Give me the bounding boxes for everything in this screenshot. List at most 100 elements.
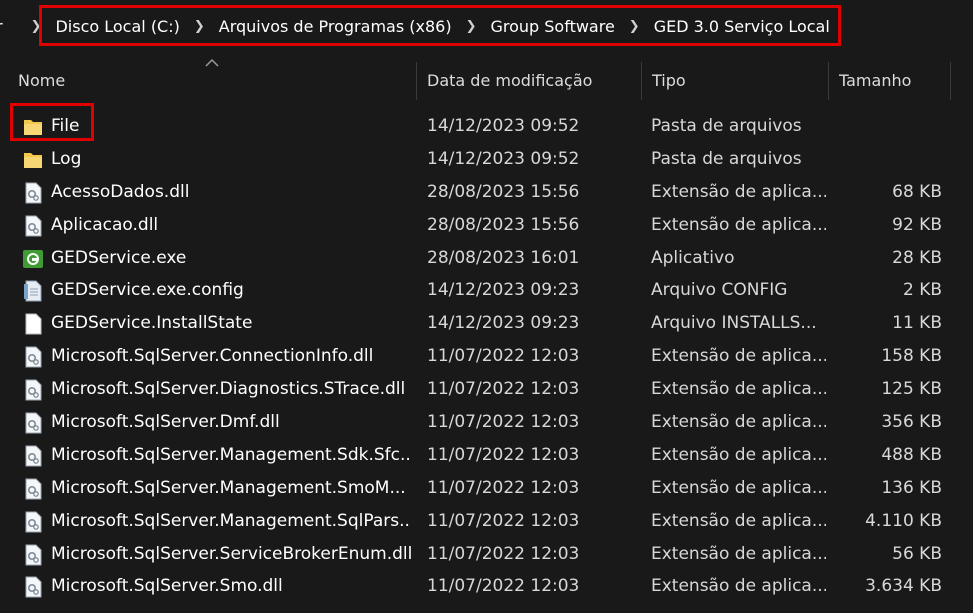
breadcrumb-truncated-segment[interactable]: r — [0, 17, 3, 36]
file-row[interactable]: AcessoDados.dll 28/08/2023 15:56 Extensão … — [0, 176, 973, 209]
file-size: 11 KB — [892, 313, 942, 334]
dll-icon — [22, 346, 44, 368]
file-row[interactable]: Microsoft.SqlServer.Management.SqlPars..… — [0, 505, 973, 538]
file-name: Microsoft.SqlServer.Management.SqlPars..… — [51, 510, 411, 531]
dll-icon — [22, 182, 44, 204]
file-row[interactable]: Aplicacao.dll 28/08/2023 15:56 Extensão de… — [0, 209, 973, 242]
file-date: 11/07/2022 12:03 — [427, 444, 580, 465]
dll-icon — [22, 379, 44, 401]
dll-icon — [22, 478, 44, 500]
file-row[interactable]: GEDService.InstallState 14/12/2023 09:23 A… — [0, 307, 973, 340]
breadcrumb-item-group-software[interactable]: Group Software — [490, 17, 614, 36]
file-name: Microsoft.SqlServer.ConnectionInfo.dll — [51, 346, 374, 367]
column-header-type[interactable]: Tipo — [652, 62, 686, 100]
file-date: 28/08/2023 16:01 — [427, 247, 580, 268]
file-size: 92 KB — [892, 214, 942, 235]
file-type: Extensão de aplica... — [651, 576, 826, 597]
file-name: Aplicacao.dll — [51, 214, 159, 235]
file-row[interactable]: Microsoft.SqlServer.Management.SmoM... 11… — [0, 472, 973, 505]
chevron-right-icon[interactable]: ❯ — [466, 19, 477, 34]
file-size: 56 KB — [892, 543, 942, 564]
file-row[interactable]: Microsoft.SqlServer.Management.Sdk.Sfc..… — [0, 439, 973, 472]
config-icon — [22, 280, 44, 302]
dll-icon — [22, 215, 44, 237]
breadcrumb-item-ged-servico-local[interactable]: GED 3.0 Serviço Local — [654, 17, 830, 36]
file-type: Extensão de aplica... — [651, 346, 826, 367]
file-size: 136 KB — [881, 477, 942, 498]
file-date: 28/08/2023 15:56 — [427, 181, 580, 202]
file-name: GEDService.exe — [51, 247, 187, 268]
dll-icon — [22, 445, 44, 467]
file-size: 4.110 KB — [865, 510, 942, 531]
breadcrumb-item-arquivos-de-programas[interactable]: Arquivos de Programas (x86) — [219, 17, 452, 36]
file-name: Microsoft.SqlServer.Management.Sdk.Sfc..… — [51, 444, 411, 465]
file-date: 11/07/2022 12:03 — [427, 412, 580, 433]
file-list: File 14/12/2023 09:52 Pasta de arquivos Log… — [0, 110, 973, 603]
file-type: Arquivo INSTALLS... — [651, 313, 817, 334]
file-date: 14/12/2023 09:52 — [427, 148, 580, 169]
file-size: 68 KB — [892, 181, 942, 202]
column-divider[interactable] — [416, 62, 417, 100]
breadcrumb: r ❯ Disco Local (C:) ❯ Arquivos de Progr… — [0, 0, 830, 52]
file-name: AcessoDados.dll — [51, 181, 190, 202]
dll-icon — [22, 544, 44, 566]
file-size: 356 KB — [881, 412, 942, 433]
folder-icon — [22, 116, 44, 138]
file-row[interactable]: GEDService.exe.config 14/12/2023 09:23 Arq… — [0, 274, 973, 307]
file-row[interactable]: GEDService.exe 28/08/2023 16:01 Aplicativo… — [0, 242, 973, 275]
file-date: 11/07/2022 12:03 — [427, 379, 580, 400]
file-type: Extensão de aplica... — [651, 477, 826, 498]
file-type: Extensão de aplica... — [651, 543, 826, 564]
file-type: Extensão de aplica... — [651, 379, 826, 400]
file-name: Microsoft.SqlServer.Management.SmoM... — [51, 477, 406, 498]
file-date: 11/07/2022 12:03 — [427, 576, 580, 597]
file-row[interactable]: Microsoft.SqlServer.Diagnostics.STrace.d… — [0, 373, 973, 406]
column-divider[interactable] — [828, 62, 829, 100]
folder-icon — [22, 149, 44, 171]
address-bar[interactable]: r ❯ Disco Local (C:) ❯ Arquivos de Progr… — [0, 0, 973, 52]
file-name: File — [51, 116, 80, 136]
file-row[interactable]: Microsoft.SqlServer.ConnectionInfo.dll 11… — [0, 340, 973, 373]
file-size: 2 KB — [902, 280, 942, 301]
file-size: 158 KB — [881, 346, 942, 367]
column-header-date[interactable]: Data de modificação — [427, 62, 592, 100]
file-row[interactable]: Log 14/12/2023 09:52 Pasta de arquivos — [0, 143, 973, 176]
file-size: 488 KB — [881, 444, 942, 465]
column-header-row: Nome Data de modificação Tipo Tamanho — [0, 62, 973, 100]
file-type: Arquivo CONFIG — [651, 280, 788, 301]
file-size — [838, 143, 942, 176]
breadcrumb-item-disco-local[interactable]: Disco Local (C:) — [55, 17, 179, 36]
file-name: GEDService.InstallState — [51, 313, 253, 334]
column-header-name[interactable]: Nome — [18, 62, 65, 100]
file-size — [838, 110, 942, 143]
chevron-right-icon[interactable]: ❯ — [629, 19, 640, 34]
file-type: Aplicativo — [651, 247, 735, 268]
file-icon — [22, 313, 44, 335]
file-size: 3.634 KB — [865, 576, 942, 597]
file-name: GEDService.exe.config — [51, 280, 244, 301]
file-date: 14/12/2023 09:23 — [427, 280, 580, 301]
column-header-size[interactable]: Tamanho — [839, 62, 911, 100]
column-divider[interactable] — [641, 62, 642, 100]
file-name: Microsoft.SqlServer.ServiceBrokerEnum.dl… — [51, 543, 411, 564]
file-size: 125 KB — [881, 379, 942, 400]
chevron-right-icon[interactable]: ❯ — [194, 19, 205, 34]
file-date: 11/07/2022 12:03 — [427, 543, 580, 564]
file-date: 28/08/2023 15:56 — [427, 214, 580, 235]
exe-icon — [22, 248, 44, 270]
file-type: Extensão de aplica... — [651, 444, 826, 465]
file-type: Pasta de arquivos — [651, 116, 802, 136]
file-type: Extensão de aplica... — [651, 510, 826, 531]
file-date: 14/12/2023 09:52 — [427, 116, 580, 136]
file-row[interactable]: Microsoft.SqlServer.Smo.dll 11/07/2022 12… — [0, 570, 973, 603]
file-type: Extensão de aplica... — [651, 412, 826, 433]
file-type: Extensão de aplica... — [651, 181, 826, 202]
chevron-right-icon[interactable]: ❯ — [31, 19, 42, 34]
file-name: Log — [51, 148, 82, 169]
file-row[interactable]: Microsoft.SqlServer.Dmf.dll 11/07/2022 12… — [0, 406, 973, 439]
file-name: Microsoft.SqlServer.Smo.dll — [51, 576, 283, 597]
file-type: Pasta de arquivos — [651, 148, 802, 169]
file-row[interactable]: File 14/12/2023 09:52 Pasta de arquivos — [0, 110, 973, 143]
file-row[interactable]: Microsoft.SqlServer.ServiceBrokerEnum.dl… — [0, 538, 973, 571]
dll-icon — [22, 576, 44, 598]
